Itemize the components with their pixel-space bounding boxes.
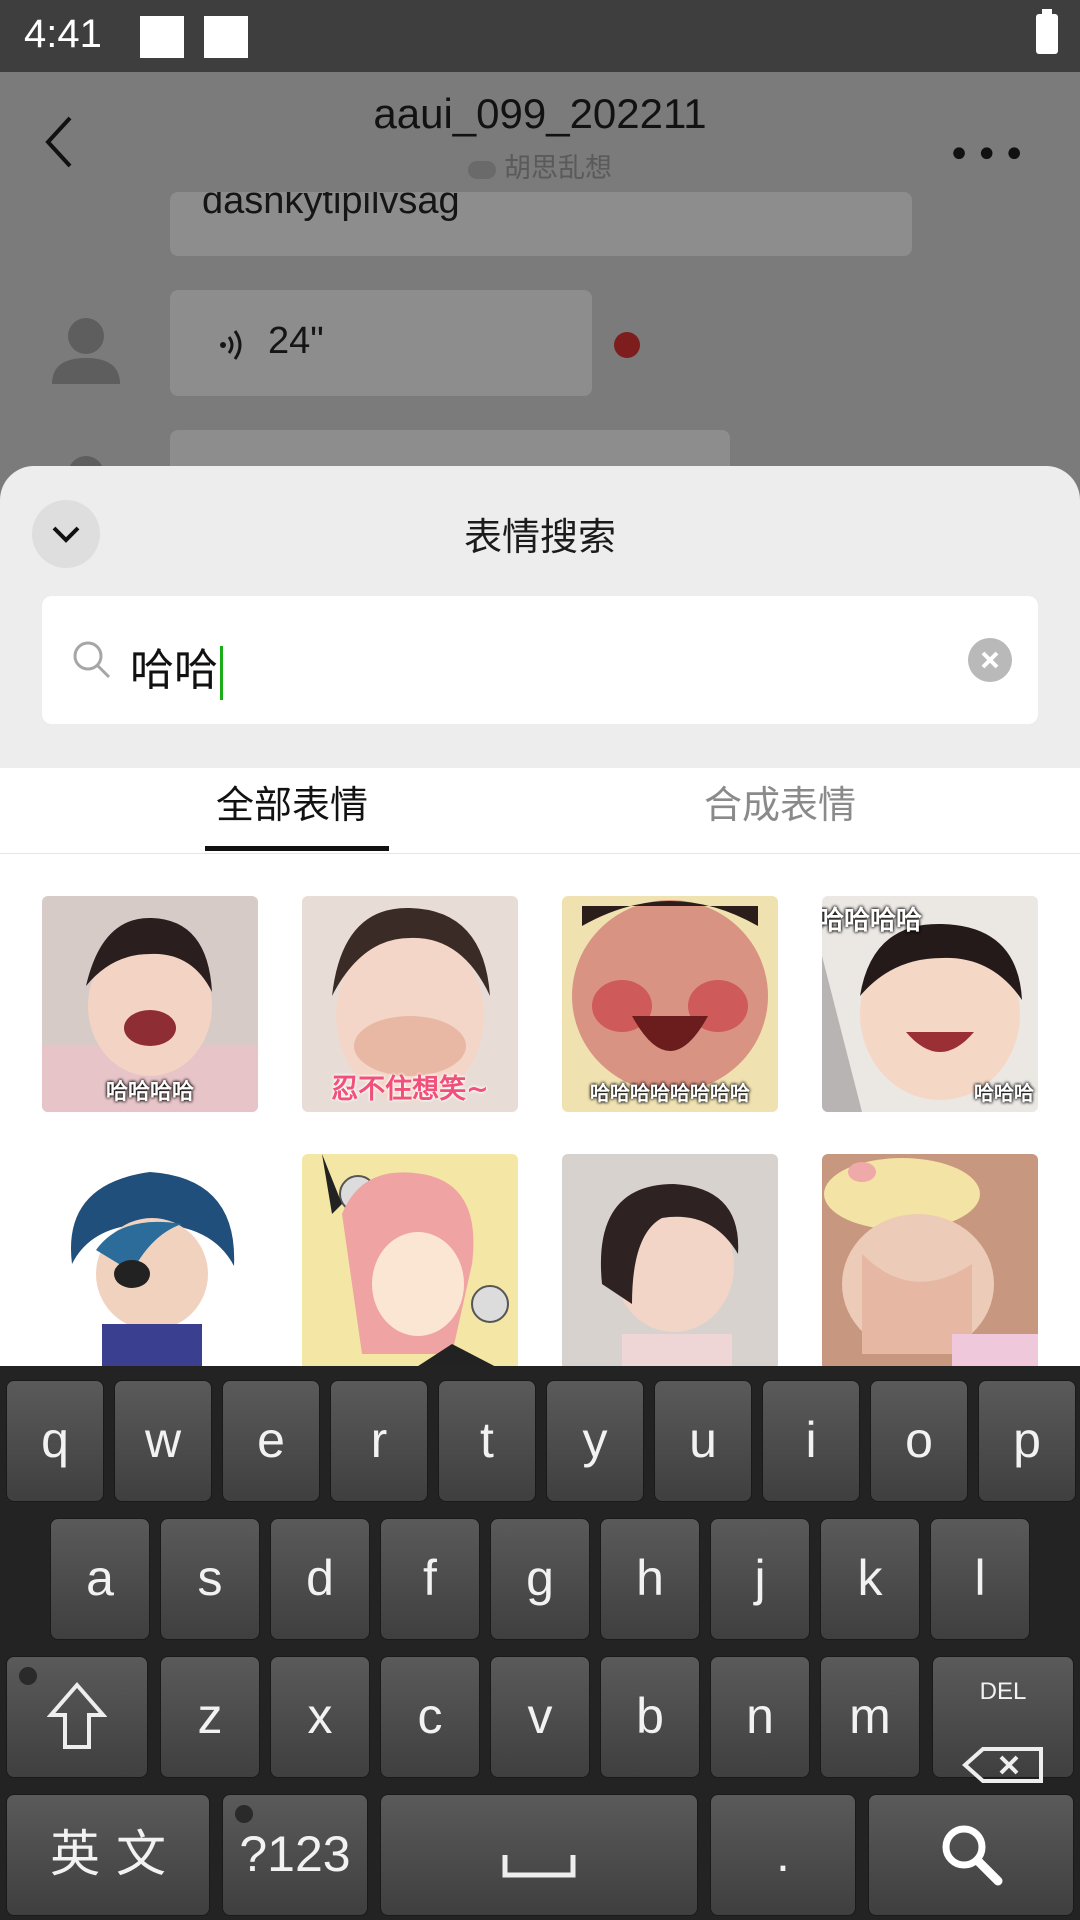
key-q[interactable]: q: [6, 1380, 104, 1502]
key-h[interactable]: h: [600, 1518, 700, 1640]
key-language[interactable]: 英 文: [6, 1794, 210, 1916]
status-bar: 4:41: [0, 0, 1080, 72]
chat-title: aaui_099_202211: [373, 90, 707, 137]
key-c[interactable]: c: [380, 1656, 480, 1778]
unread-dot: [614, 332, 640, 358]
key-i[interactable]: i: [762, 1380, 860, 1502]
key-search[interactable]: [868, 1794, 1074, 1916]
search-value: 哈哈: [130, 645, 218, 696]
sticker-item[interactable]: [562, 1154, 778, 1366]
key-p[interactable]: p: [978, 1380, 1076, 1502]
sticker-caption: 哈哈哈哈: [822, 906, 923, 936]
emoji-search-sheet: 表情搜索 哈哈: [0, 466, 1080, 768]
more-options-button[interactable]: •••: [947, 132, 1030, 178]
sticker-caption: 忍不住想笑~: [331, 1074, 489, 1105]
key-y[interactable]: y: [546, 1380, 644, 1502]
sticker-image: [42, 1154, 258, 1366]
tab-composed-stickers[interactable]: 合成表情: [704, 774, 856, 829]
close-icon: [981, 651, 999, 669]
sticker-caption: 哈哈哈: [974, 1081, 1034, 1105]
chat-subtitle: 胡思乱想: [0, 146, 1080, 185]
sticker-item[interactable]: 忍不住想笑~: [302, 896, 518, 1112]
key-r[interactable]: r: [330, 1380, 428, 1502]
search-icon: [942, 1825, 1003, 1886]
key-delete[interactable]: DEL: [932, 1656, 1074, 1783]
backspace-icon: [961, 1747, 1043, 1783]
sticker-item[interactable]: [822, 1154, 1038, 1366]
key-w[interactable]: w: [114, 1380, 212, 1502]
key-g[interactable]: g: [490, 1518, 590, 1640]
key-m[interactable]: m: [820, 1656, 920, 1778]
key-e[interactable]: e: [222, 1380, 320, 1502]
key-b[interactable]: b: [600, 1656, 700, 1778]
voice-duration: 24": [268, 320, 324, 362]
sticker-image: [562, 1154, 778, 1366]
key-d[interactable]: d: [270, 1518, 370, 1640]
active-tab-indicator: [205, 846, 389, 851]
symbols-label: ?123: [239, 1826, 351, 1882]
status-time: 4:41: [24, 12, 102, 56]
search-input[interactable]: 哈哈: [42, 596, 1038, 724]
key-u[interactable]: u: [654, 1380, 752, 1502]
key-v[interactable]: v: [490, 1656, 590, 1778]
sticker-item[interactable]: 哈哈哈哈哈哈哈哈: [562, 896, 778, 1112]
clear-search-button[interactable]: [968, 638, 1012, 682]
message-text: dasnkytipilvsag: [202, 192, 460, 222]
key-symbols[interactable]: ?123: [222, 1794, 368, 1916]
key-j[interactable]: j: [710, 1518, 810, 1640]
key-k[interactable]: k: [820, 1518, 920, 1640]
tab-all-stickers[interactable]: 全部表情: [216, 774, 368, 829]
key-x[interactable]: x: [270, 1656, 370, 1778]
key-f[interactable]: f: [380, 1518, 480, 1640]
key-o[interactable]: o: [870, 1380, 968, 1502]
sticker-caption: 哈哈哈哈哈哈哈哈: [590, 1081, 750, 1105]
sheet-title: 表情搜索: [463, 515, 616, 559]
search-input-text: 哈哈: [130, 634, 223, 700]
key-space[interactable]: [380, 1794, 698, 1916]
sticker-image: [822, 1154, 1038, 1366]
sticker-tabs: 全部表情 合成表情: [0, 768, 1080, 854]
chat-bubble-icon: [468, 160, 496, 179]
text-message-bubble[interactable]: dasnkytipilvsag: [170, 192, 912, 256]
key-n[interactable]: n: [710, 1656, 810, 1778]
text-caret: [220, 646, 223, 700]
sticker-grid: 哈哈哈哈 忍不住想笑~ 哈哈哈哈哈哈哈哈 哈哈哈哈 哈哈哈: [0, 854, 1080, 1366]
key-period[interactable]: .: [710, 1794, 856, 1916]
key-z[interactable]: z: [160, 1656, 260, 1778]
notification-icon: [140, 16, 184, 58]
sticker-item[interactable]: [302, 1154, 518, 1366]
key-shift[interactable]: [6, 1656, 148, 1778]
chat-background: aaui_099_202211 胡思乱想 ••• dasnkytipilvsag…: [0, 72, 1080, 520]
del-label: DEL: [979, 1678, 1027, 1705]
voice-wave-icon: [220, 330, 242, 360]
sticker-item[interactable]: [42, 1154, 258, 1366]
shift-icon: [46, 1681, 108, 1749]
space-icon: [502, 1855, 576, 1878]
voice-message-bubble[interactable]: 24": [170, 290, 592, 396]
soft-keyboard: q w e r t y u i o p a s d f g h j k l z x c v b n m DEL 英 文 ?123.: [0, 1366, 1080, 1920]
key-a[interactable]: a: [50, 1518, 150, 1640]
chat-subtitle-text: 胡思乱想: [504, 153, 612, 184]
battery-icon: [1036, 9, 1058, 54]
notification-icon: [204, 16, 248, 58]
sticker-item[interactable]: 哈哈哈哈: [42, 896, 258, 1112]
sticker-image: [302, 1154, 518, 1366]
sticker-caption: 哈哈哈哈: [105, 1080, 194, 1105]
sticker-item[interactable]: 哈哈哈哈 哈哈哈: [822, 896, 1038, 1112]
key-l[interactable]: l: [930, 1518, 1030, 1640]
key-s[interactable]: s: [160, 1518, 260, 1640]
avatar[interactable]: [48, 310, 124, 386]
key-t[interactable]: t: [438, 1380, 536, 1502]
search-icon: [73, 641, 111, 679]
